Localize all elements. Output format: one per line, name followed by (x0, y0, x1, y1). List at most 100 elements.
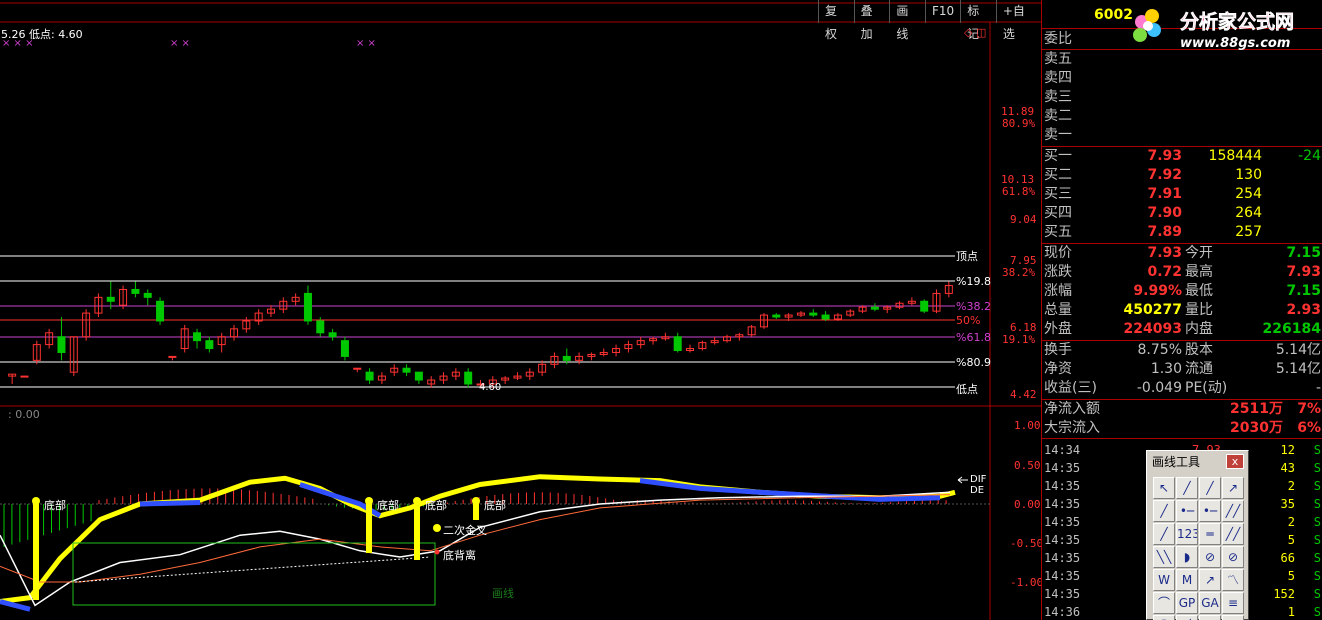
bottom-signal-label: 底部 (484, 499, 506, 512)
buy-price: 7.91 (1147, 186, 1182, 202)
flow-label: 大宗流入 (1044, 420, 1100, 436)
sell-row: 卖三 (1042, 88, 1322, 107)
chart-area[interactable]: 复权 叠加 画线 F10 标记 +自选 5.26 低点: 4.60 × × × … (0, 0, 1043, 620)
candle-body (809, 312, 818, 316)
mark-button[interactable]: 标记 (960, 0, 996, 41)
candle-body (57, 336, 66, 353)
stat-value: 7.93 (1286, 264, 1321, 280)
draw-tool-15-icon[interactable]: ⊘ (1222, 546, 1244, 568)
draw-tool-8-icon[interactable]: ╱ (1153, 523, 1175, 545)
add-favorite-button[interactable]: +自选 (995, 0, 1041, 41)
candle-body (464, 371, 473, 385)
trade-side: S (1313, 461, 1321, 475)
draw-tool-5-icon[interactable]: •─ (1176, 500, 1198, 522)
draw-tool-27-icon[interactable]: ≡ (1222, 615, 1244, 620)
candlesticks (8, 281, 953, 388)
draw-tool-2-icon[interactable]: ╱ (1199, 477, 1221, 499)
golden-cross-dot (433, 524, 441, 532)
drawing-tools-title: 画线工具 (1152, 455, 1201, 469)
macd-info: : 0.00 (8, 408, 40, 421)
window-control-icon[interactable]: ◇ ◫ (964, 26, 986, 39)
stat-label: 涨幅 (1044, 283, 1072, 299)
stat-label: 收益(三) (1044, 380, 1097, 396)
trade-time: 14:35 (1044, 587, 1081, 601)
trade-volume: 5 (1287, 569, 1295, 583)
candle-body (562, 355, 571, 361)
draw-tool-14-icon[interactable]: ⊘ (1199, 546, 1221, 568)
dif-label: DIF (970, 474, 987, 485)
candle-body (402, 367, 411, 373)
draw-tool-26-icon[interactable]: ≡ (1199, 615, 1221, 620)
price-axis-label: 80.9% (1002, 117, 1036, 130)
draw-tool-1-icon[interactable]: ╱ (1176, 477, 1198, 499)
flow-percent: 6% (1297, 420, 1321, 436)
draw-tool-12-icon[interactable]: ╲╲ (1153, 546, 1175, 568)
sell-row: 卖一 (1042, 126, 1322, 145)
buy-row: 买一 7.93 158444 -24 (1042, 147, 1322, 166)
draw-tool-25-icon[interactable]: ╱ (1176, 615, 1198, 620)
draw-tool-3-icon[interactable]: ↗ (1222, 477, 1244, 499)
sell-level-label: 卖五 (1044, 51, 1072, 67)
draw-tool-16-icon[interactable]: W (1153, 569, 1175, 591)
fuquan-button[interactable]: 复权 (818, 0, 854, 41)
stat-row: 涨跌 0.72 最高 7.93 (1042, 263, 1322, 282)
buy-price: 7.92 (1147, 167, 1182, 183)
buy-level-label: 买五 (1044, 224, 1072, 240)
stat-row: 总量 450277 量比 2.93 (1042, 301, 1322, 320)
flow-label: 净流入额 (1044, 401, 1100, 417)
draw-tool-9-icon[interactable]: 123 (1176, 523, 1198, 545)
buy-level-label: 买四 (1044, 205, 1072, 221)
draw-tool-21-icon[interactable]: GP (1176, 592, 1198, 614)
close-button[interactable]: x (1226, 454, 1244, 469)
candle-body (365, 371, 374, 381)
draw-tool-18-icon[interactable]: ↗ (1199, 569, 1221, 591)
logo-url: www.88gs.com (1180, 36, 1290, 51)
candle-body (316, 320, 325, 334)
draw-tool-17-icon[interactable]: M (1176, 569, 1198, 591)
candle-body (870, 306, 879, 310)
draw-tool-10-icon[interactable]: ═ (1199, 523, 1221, 545)
candle-body (340, 340, 349, 357)
divergence-label: 底背离 (443, 549, 476, 562)
marker-symbols: × × × (2, 38, 34, 49)
stat-label: PE(动) (1185, 380, 1228, 396)
divergence-dot (434, 549, 440, 555)
drawing-tools-titlebar[interactable]: 画线工具 x (1147, 451, 1248, 473)
sell-row: 卖二 (1042, 107, 1322, 126)
drawing-tools-panel[interactable]: 画线工具 x ↖ ╱ ╱ ↗ ╱ •─ •─ ╱╱ ╱ 123 ═ ╱╱ ╲╲ ◗ ⊘ ⊘ W M ↗ 〽 ⌒ GP GA ≡… (1146, 450, 1249, 620)
stat-row: 换手 8.75% 股本 5.14亿 (1042, 341, 1322, 360)
draw-tool-23-icon[interactable]: ≡ (1222, 592, 1244, 614)
candle-body (193, 332, 202, 342)
draw-tool-11-icon[interactable]: ╱╱ (1222, 523, 1244, 545)
stat-value: 2.93 (1286, 302, 1321, 318)
trade-side: S (1313, 515, 1321, 529)
trade-side: S (1313, 497, 1321, 511)
stat-value: - (1315, 380, 1321, 396)
kline-chart[interactable] (0, 0, 1041, 620)
draw-tool-0-icon[interactable]: ↖ (1153, 477, 1175, 499)
draw-tool-24-icon[interactable]: ⌒ (1153, 615, 1175, 620)
draw-tool-19-icon[interactable]: 〽 (1222, 569, 1244, 591)
trade-time: 14:35 (1044, 497, 1081, 511)
draw-tool-22-icon[interactable]: GA (1199, 592, 1221, 614)
buy-volume: 257 (1235, 224, 1262, 240)
fib-label: %61.8 (956, 331, 991, 344)
f10-button[interactable]: F10 (925, 0, 960, 23)
buy-row: 买二 7.92 130 (1042, 166, 1322, 185)
macd-axis-label: 0.50 (1014, 459, 1041, 472)
candle-body (143, 292, 152, 298)
bottom-signal-dot (365, 497, 373, 505)
draw-line-button[interactable]: 画线 (889, 0, 925, 41)
buy-volume: 264 (1235, 205, 1262, 221)
stat-value: 5.14亿 (1275, 361, 1321, 377)
buy-volume: 130 (1235, 167, 1262, 183)
draw-tool-20-icon[interactable]: ⌒ (1153, 592, 1175, 614)
draw-tool-6-icon[interactable]: •─ (1199, 500, 1221, 522)
trade-side: S (1313, 443, 1321, 457)
draw-tool-13-icon[interactable]: ◗ (1176, 546, 1198, 568)
overlay-button[interactable]: 叠加 (853, 0, 890, 41)
draw-tool-4-icon[interactable]: ╱ (1153, 500, 1175, 522)
draw-tool-7-icon[interactable]: ╱╱ (1222, 500, 1244, 522)
trade-volume: 43 (1280, 461, 1295, 475)
stat-label: 现价 (1044, 245, 1072, 261)
